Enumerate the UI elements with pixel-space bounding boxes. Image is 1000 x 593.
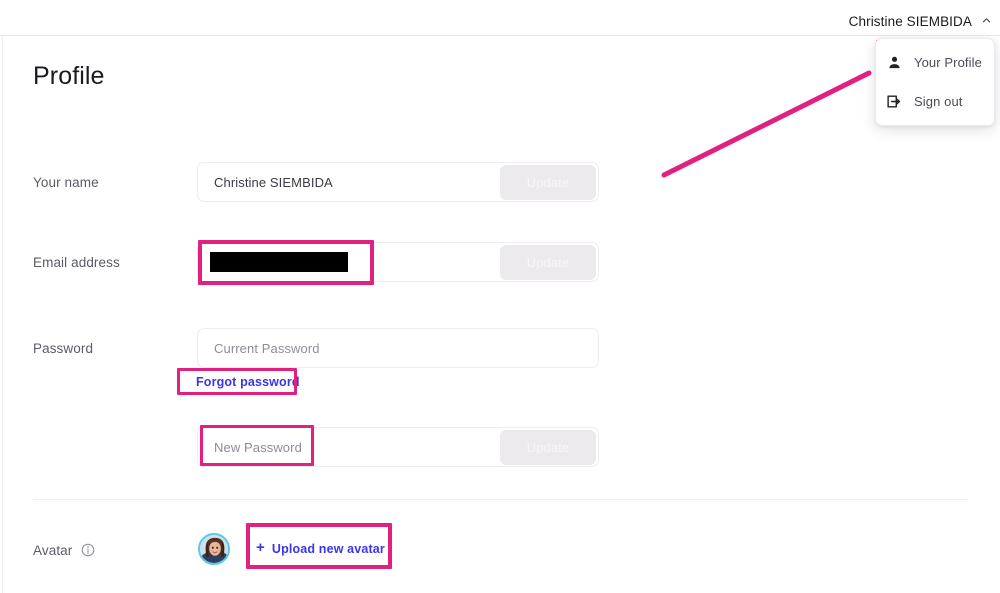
menu-item-label: Sign out <box>914 94 963 109</box>
current-password-field[interactable]: Current Password <box>197 328 599 368</box>
new-password-field[interactable]: New Password Update <box>197 427 599 467</box>
account-dropdown-menu: Your Profile Sign out <box>875 38 995 126</box>
avatar[interactable] <box>198 533 230 565</box>
menu-item-label: Your Profile <box>914 55 982 70</box>
account-menu-trigger[interactable]: Christine SIEMBIDA <box>849 14 992 29</box>
top-header-bar: Christine SIEMBIDA <box>0 0 1000 36</box>
your-name-field[interactable]: Christine SIEMBIDA Update <box>197 162 599 202</box>
section-divider <box>33 499 968 500</box>
update-password-button[interactable]: Update <box>500 430 596 465</box>
menu-item-sign-out[interactable]: Sign out <box>876 82 994 121</box>
person-icon <box>886 54 903 71</box>
email-redaction-bar <box>210 252 348 272</box>
sign-out-icon <box>886 93 903 110</box>
upload-new-avatar-link[interactable]: + Upload new avatar <box>256 539 385 556</box>
label-your-name: Your name <box>33 175 99 190</box>
label-password: Password <box>33 341 94 356</box>
left-border-rule <box>2 36 3 593</box>
account-name-label: Christine SIEMBIDA <box>848 14 972 29</box>
label-avatar: Avatar <box>33 543 73 558</box>
new-password-placeholder: New Password <box>214 439 302 455</box>
profile-page: Christine SIEMBIDA Your Profile Sign out… <box>0 0 1000 593</box>
forgot-password-link[interactable]: Forgot password <box>196 375 300 389</box>
label-email-address: Email address <box>33 255 120 270</box>
page-title: Profile <box>33 62 105 90</box>
info-icon[interactable] <box>81 543 95 557</box>
plus-icon: + <box>256 539 265 556</box>
pointer-arrow <box>661 70 872 178</box>
menu-item-your-profile[interactable]: Your Profile <box>876 43 994 82</box>
current-password-placeholder: Current Password <box>214 340 320 356</box>
chevron-up-icon[interactable] <box>981 15 992 26</box>
upload-new-avatar-label: Upload new avatar <box>271 541 385 556</box>
update-name-button[interactable]: Update <box>500 165 596 200</box>
your-name-value: Christine SIEMBIDA <box>214 174 333 190</box>
update-email-button[interactable]: Update <box>500 245 596 280</box>
